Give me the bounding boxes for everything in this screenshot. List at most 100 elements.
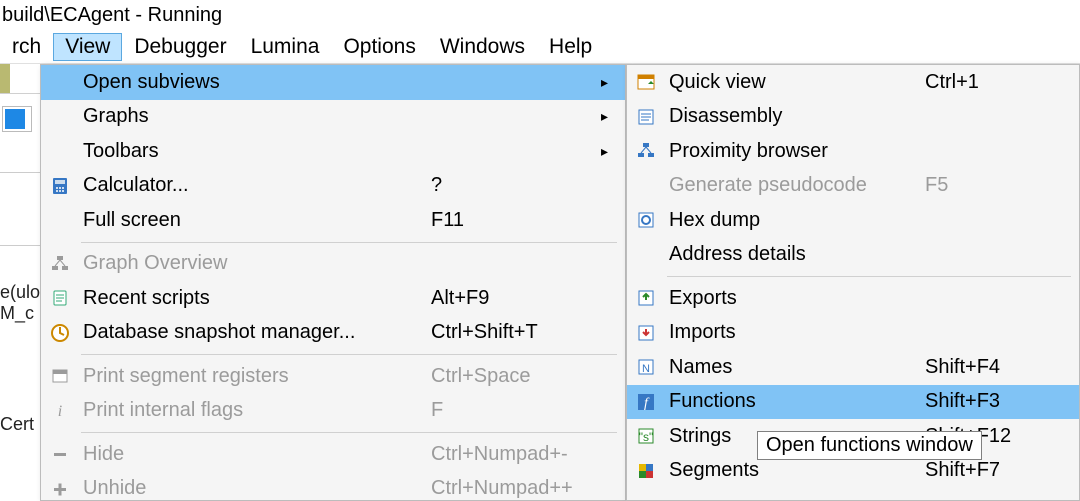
exports-icon [627, 288, 665, 308]
menuitem-shortcut: ? [431, 174, 601, 197]
strings-icon: "s" [627, 426, 665, 446]
menuitem-label: Address details [665, 243, 925, 266]
editor-bg: e(ulo M_c Cert [0, 94, 40, 501]
graph-overview-icon [41, 254, 79, 274]
menuitem-graph-overview: Graph Overview [41, 247, 625, 282]
menuitem-full-screen[interactable]: Full screenF11 [41, 203, 625, 238]
menuitem-shortcut: Ctrl+Numpad+- [431, 443, 601, 466]
menuitem-label: Graphs [79, 105, 431, 128]
menuitem-calculator[interactable]: Calculator...? [41, 169, 625, 204]
info-icon: i [41, 401, 79, 421]
menuitem-label: Toolbars [79, 140, 431, 163]
menuitem-label: Unhide [79, 477, 431, 500]
menuitem-names[interactable]: N NamesShift+F4 [627, 350, 1079, 385]
menuitem-unhide: UnhideCtrl+Numpad++ [41, 472, 625, 501]
menuitem-label: Calculator... [79, 174, 431, 197]
menuitem-print-internal-flags: i Print internal flagsF [41, 394, 625, 429]
menu-lumina[interactable]: Lumina [239, 33, 332, 61]
calculator-icon [41, 176, 79, 196]
script-icon [41, 288, 79, 308]
menuitem-label: Open subviews [79, 71, 431, 94]
svg-text:"s": "s" [639, 430, 654, 444]
menuitem-quick-view[interactable]: Quick viewCtrl+1 [627, 65, 1079, 100]
menuitem-open-subviews[interactable]: Open subviews▸ [41, 65, 625, 100]
plus-icon [41, 479, 79, 499]
menuitem-shortcut: Ctrl+1 [925, 71, 1055, 94]
menuitem-label: Quick view [665, 71, 925, 94]
bg-text-b: M_c [0, 303, 34, 323]
menuitem-exports[interactable]: Exports [627, 281, 1079, 316]
minus-icon [41, 444, 79, 464]
menuitem-label: Imports [665, 321, 925, 344]
submenu-arrow-icon: ▸ [601, 108, 625, 125]
menuitem-functions[interactable]: fFunctionsShift+F3 [627, 385, 1079, 420]
menuitem-database-snapshot-manager[interactable]: Database snapshot manager...Ctrl+Shift+T [41, 316, 625, 351]
menu-options[interactable]: Options [331, 33, 427, 61]
menubar: rch View Debugger Lumina Options Windows… [0, 30, 1080, 64]
snapshot-icon [41, 323, 79, 343]
menuitem-print-segment-registers: Print segment registersCtrl+Space [41, 359, 625, 394]
svg-text:i: i [58, 403, 62, 420]
segment-reg-icon [41, 366, 79, 386]
window-title-text: build\ECAgent - Running [2, 4, 222, 27]
menu-debugger[interactable]: Debugger [122, 33, 238, 61]
menuitem-shortcut: Shift+F4 [925, 356, 1055, 379]
menuitem-hide: HideCtrl+Numpad+- [41, 437, 625, 472]
menu-separator [81, 242, 617, 243]
menuitem-label: Database snapshot manager... [79, 321, 431, 344]
view-menu: Open subviews▸ Graphs ▸ Toolbars ▸ Calculator… [40, 64, 626, 501]
menuitem-label: Full screen [79, 209, 431, 232]
menu-windows[interactable]: Windows [428, 33, 537, 61]
segments-icon [627, 461, 665, 481]
bg-text-a: e(ulo [0, 282, 40, 302]
quickview-icon [627, 72, 665, 92]
menuitem-toolbars[interactable]: Toolbars ▸ [41, 134, 625, 169]
menuitem-address-details[interactable]: Address details [627, 238, 1079, 273]
bg-text-c: Cert [0, 414, 34, 434]
menu-help[interactable]: Help [537, 33, 604, 61]
menu-separator [81, 354, 617, 355]
window-title: build\ECAgent - Running [0, 0, 1080, 30]
menuitem-label: Print segment registers [79, 365, 431, 388]
menuitem-label: Graph Overview [79, 252, 431, 275]
menuitem-shortcut: F [431, 399, 601, 422]
disassembly-icon [627, 107, 665, 127]
menuitem-shortcut: Ctrl+Shift+T [431, 321, 601, 344]
proximity-icon [627, 141, 665, 161]
names-icon: N [627, 357, 665, 377]
menuitem-shortcut: Ctrl+Numpad++ [431, 477, 601, 500]
menuitem-recent-scripts[interactable]: Recent scriptsAlt+F9 [41, 281, 625, 316]
menuitem-label: Recent scripts [79, 287, 431, 310]
menu-view[interactable]: View [53, 33, 122, 61]
tooltip-text: Open functions window [766, 434, 973, 456]
menuitem-label: Exports [665, 287, 925, 310]
menu-search[interactable]: rch [0, 33, 53, 61]
imports-icon [627, 323, 665, 343]
menuitem-shortcut: Alt+F9 [431, 287, 601, 310]
svg-text:N: N [642, 363, 650, 375]
tooltip: Open functions window [757, 431, 982, 460]
menuitem-shortcut: Shift+F3 [925, 390, 1055, 413]
toolbar-segment [0, 64, 10, 93]
menuitem-disassembly[interactable]: Disassembly [627, 100, 1079, 135]
blue-square-icon [5, 109, 25, 129]
menuitem-label: Hex dump [665, 209, 925, 232]
menuitem-label: Print internal flags [79, 399, 431, 422]
menu-separator [667, 276, 1071, 277]
functions-icon: f [627, 392, 665, 412]
menuitem-shortcut: Ctrl+Space [431, 365, 601, 388]
menuitem-shortcut: Shift+F7 [925, 459, 1055, 482]
menu-separator [81, 432, 617, 433]
menuitem-label: Names [665, 356, 925, 379]
menuitem-label: Segments [665, 459, 925, 482]
menuitem-shortcut: F5 [925, 174, 1055, 197]
menuitem-label: Generate pseudocode [665, 174, 925, 197]
menuitem-label: Hide [79, 443, 431, 466]
menuitem-graphs[interactable]: Graphs ▸ [41, 100, 625, 135]
menuitem-proximity-browser[interactable]: Proximity browser [627, 134, 1079, 169]
menuitem-label: Disassembly [665, 105, 925, 128]
menuitem-generate-pseudocode: Generate pseudocodeF5 [627, 169, 1079, 204]
submenu-arrow-icon: ▸ [601, 143, 625, 160]
menuitem-imports[interactable]: Imports [627, 316, 1079, 351]
menuitem-hex-dump[interactable]: Hex dump [627, 203, 1079, 238]
